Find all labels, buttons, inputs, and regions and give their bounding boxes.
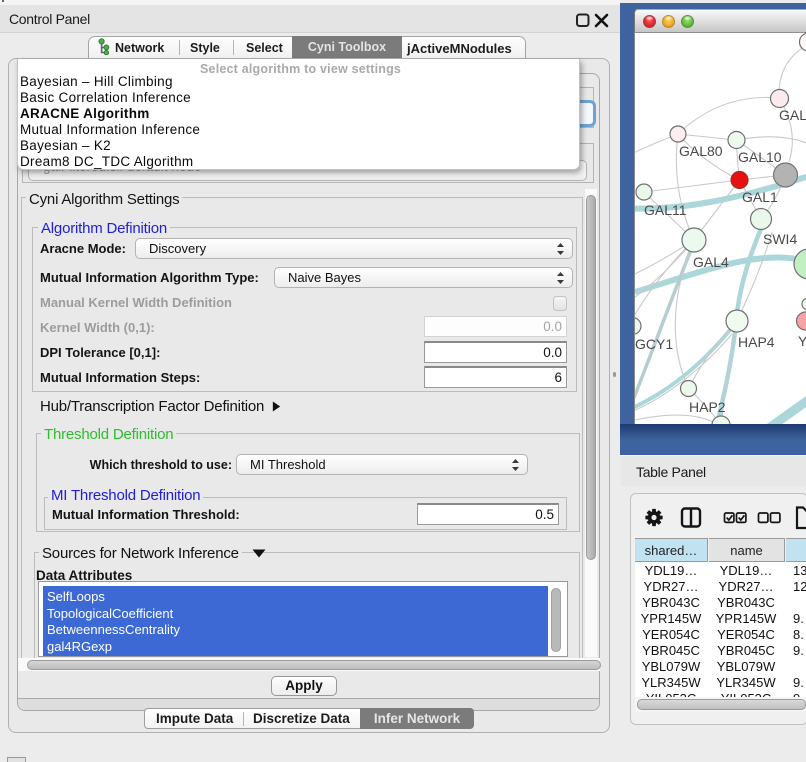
- svg-text:GAL10: GAL10: [738, 149, 782, 165]
- svg-text:GAL4: GAL4: [693, 254, 729, 270]
- svg-text:GAL11: GAL11: [644, 202, 687, 218]
- svg-text:GAL: GAL: [779, 107, 806, 123]
- svg-text:HAP2: HAP2: [689, 399, 726, 415]
- svg-text:HAP4: HAP4: [738, 334, 775, 350]
- svg-text:GAL1: GAL1: [742, 189, 778, 205]
- svg-text:SWI4: SWI4: [763, 231, 797, 247]
- svg-text:GAL80: GAL80: [679, 143, 723, 159]
- svg-text:GCY1: GCY1: [635, 336, 673, 352]
- svg-text:Y: Y: [798, 333, 806, 349]
